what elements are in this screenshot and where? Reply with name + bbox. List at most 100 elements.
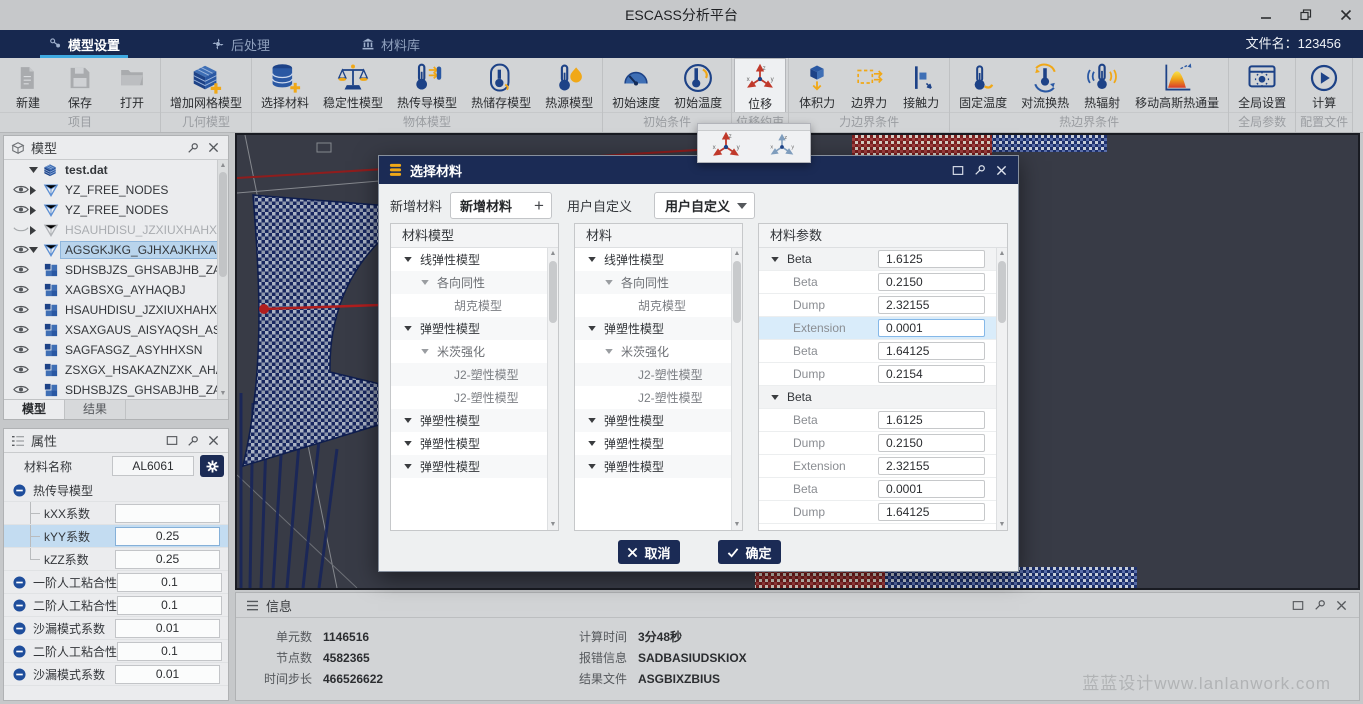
eye-closed-icon[interactable]	[4, 223, 26, 238]
close-icon[interactable]	[1337, 6, 1355, 24]
tree-expander[interactable]	[26, 247, 40, 253]
custom-material-select[interactable]: 用户自定义	[654, 192, 755, 219]
param-value-input[interactable]	[878, 365, 985, 383]
cancel-button[interactable]: 取消	[618, 540, 680, 564]
displacement-axes-button[interactable]: zxy 位移	[734, 58, 786, 112]
initial-temperature-button[interactable]: 初始温度	[667, 58, 729, 112]
caret-down-icon[interactable]	[586, 464, 598, 469]
tree-item[interactable]: test.dat	[4, 160, 217, 180]
material-tree-item[interactable]: J2-塑性模型	[391, 386, 547, 409]
restore-icon[interactable]	[1290, 598, 1305, 613]
material-tree-item[interactable]: 弹塑性模型	[575, 455, 731, 478]
eye-open-icon[interactable]	[4, 323, 26, 338]
tree-item[interactable]: SDHSBJZS_GHSABJHB_ZAHU	[4, 260, 217, 280]
initial-velocity-button[interactable]: 初始速度	[605, 58, 667, 112]
pin-icon[interactable]	[972, 163, 987, 178]
close-icon[interactable]	[206, 433, 221, 448]
param-row[interactable]: Beta	[759, 409, 996, 432]
material-settings-button[interactable]	[200, 455, 224, 477]
param-value-input[interactable]	[878, 342, 985, 360]
ok-button[interactable]: 确定	[718, 540, 781, 564]
tab-results[interactable]: 结果	[65, 400, 126, 419]
param-row[interactable]: Beta	[759, 478, 996, 501]
minimize-icon[interactable]	[1257, 6, 1275, 24]
material-tree-item[interactable]: 各向同性	[575, 271, 731, 294]
eye-open-icon[interactable]	[4, 263, 26, 278]
material-tree-item[interactable]: 弹塑性模型	[391, 409, 547, 432]
material-tree-item[interactable]: 胡克模型	[575, 294, 731, 317]
material-tree-item[interactable]: 米茨强化	[391, 340, 547, 363]
property-row[interactable]: 沙漏模式系数	[4, 663, 228, 686]
property-value-input[interactable]	[115, 619, 220, 638]
param-group-header[interactable]: Beta	[759, 386, 996, 409]
material-tree-item[interactable]: 线弹性模型	[575, 248, 731, 271]
column-scrollbar[interactable]: ▲▼	[996, 248, 1007, 530]
tree-item[interactable]: AGSGKJKG_GJHXAJKHXA	[4, 240, 217, 260]
tree-item[interactable]: HSAUHDISU_JZXIUXHAHX	[4, 220, 217, 240]
property-value-input[interactable]	[115, 504, 220, 523]
caret-down-icon[interactable]	[402, 257, 414, 262]
restore-icon[interactable]	[1297, 6, 1315, 24]
close-icon[interactable]	[994, 163, 1009, 178]
caret-down-icon[interactable]	[402, 464, 414, 469]
param-row[interactable]: Dump	[759, 501, 996, 524]
property-value-input[interactable]	[115, 665, 220, 684]
collapse-minus-icon[interactable]	[13, 622, 26, 635]
param-value-input[interactable]	[878, 296, 985, 314]
caret-down-icon[interactable]	[586, 257, 598, 262]
column-scrollbar[interactable]: ▲▼	[547, 248, 558, 530]
tree-item[interactable]: XAGBSXG_AYHAQBJ	[4, 280, 217, 300]
eye-open-icon[interactable]	[4, 363, 26, 378]
material-tree-item[interactable]: J2-塑性模型	[575, 386, 731, 409]
nav-tab-2[interactable]: 材料库	[343, 30, 438, 58]
material-tree-item[interactable]: 弹塑性模型	[575, 409, 731, 432]
material-tree-item[interactable]: 弹塑性模型	[391, 455, 547, 478]
collapse-minus-icon[interactable]	[13, 576, 26, 589]
param-value-input[interactable]	[878, 457, 985, 475]
close-icon[interactable]	[206, 140, 221, 155]
pin-icon[interactable]	[1312, 598, 1327, 613]
collapse-minus-icon[interactable]	[13, 668, 26, 681]
nav-tab-1[interactable]: 后处理	[193, 30, 288, 58]
fixed-temperature-button[interactable]: 固定温度	[952, 58, 1014, 112]
heat-conduction-button[interactable]: 热传导模型	[390, 58, 464, 112]
tab-model[interactable]: 模型	[4, 400, 65, 419]
material-tree-item[interactable]: J2-塑性模型	[575, 363, 731, 386]
param-value-input[interactable]	[878, 503, 985, 521]
plus-icon[interactable]: +	[527, 196, 551, 216]
pin-icon[interactable]	[185, 140, 200, 155]
eye-open-icon[interactable]	[4, 303, 26, 318]
property-row[interactable]: kXX系数	[4, 502, 228, 525]
scroll-down-icon[interactable]: ▼	[218, 388, 228, 399]
param-row[interactable]: Extension	[759, 317, 996, 340]
property-value-input[interactable]	[115, 527, 220, 546]
contact-force-button[interactable]: 接触力	[895, 58, 947, 112]
property-row[interactable]: kYY系数	[4, 525, 228, 548]
restore-icon[interactable]	[950, 163, 965, 178]
material-tree-item[interactable]: 弹塑性模型	[391, 317, 547, 340]
param-value-input[interactable]	[878, 273, 985, 291]
eye-open-icon[interactable]	[4, 183, 26, 198]
caret-down-icon[interactable]	[402, 326, 414, 331]
caret-down-icon[interactable]	[586, 441, 598, 446]
tree-item[interactable]: YZ_FREE_NODES	[4, 180, 217, 200]
caret-down-icon[interactable]	[586, 326, 598, 331]
material-tree-item[interactable]: 胡克模型	[391, 294, 547, 317]
param-row[interactable]: Dump	[759, 432, 996, 455]
material-tree-item[interactable]: 弹塑性模型	[575, 432, 731, 455]
eye-open-icon[interactable]	[4, 383, 26, 398]
caret-down-icon[interactable]	[402, 441, 414, 446]
add-mesh-model-button[interactable]: 增加网格模型	[163, 58, 249, 112]
property-value-input[interactable]	[117, 642, 222, 661]
param-value-input[interactable]	[878, 411, 985, 429]
body-force-button[interactable]: 体积力	[791, 58, 843, 112]
column-scrollbar[interactable]: ▲▼	[731, 248, 742, 530]
caret-down-icon[interactable]	[419, 349, 431, 354]
boundary-force-button[interactable]: 边界力	[843, 58, 895, 112]
thermal-radiation-button[interactable]: 热辐射	[1076, 58, 1128, 112]
property-row[interactable]: 二阶人工粘合性	[4, 640, 228, 663]
eye-open-icon[interactable]	[4, 343, 26, 358]
eye-open-icon[interactable]	[4, 243, 26, 258]
mesh-model[interactable]	[243, 195, 390, 466]
tree-item[interactable]: HSAUHDISU_JZXIUXHAHX	[4, 300, 217, 320]
